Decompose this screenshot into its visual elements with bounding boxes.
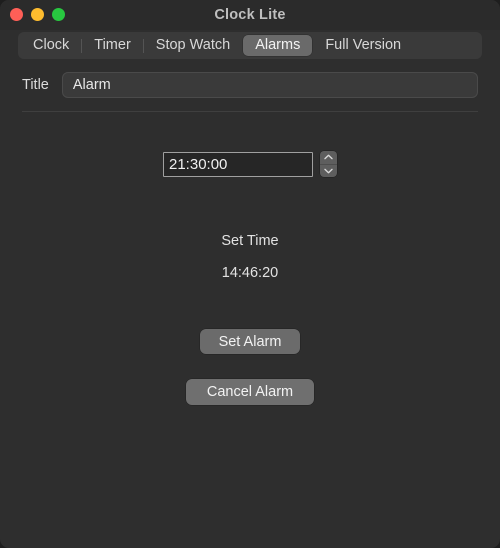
alarm-time-stepper[interactable]: [320, 151, 337, 177]
tab-clock[interactable]: Clock: [21, 35, 81, 56]
tab-alarms[interactable]: Alarms: [243, 35, 313, 56]
set-time-label: Set Time: [221, 233, 279, 249]
set-alarm-button[interactable]: Set Alarm: [200, 329, 300, 354]
title-field-label: Title: [22, 77, 49, 93]
section-divider: [22, 111, 478, 112]
set-time-block: Set Time 14:46:20: [0, 233, 500, 281]
tab-stop-watch[interactable]: Stop Watch: [144, 35, 242, 56]
close-window-button[interactable]: [10, 8, 23, 21]
tabbar-container: Clock Timer Stop Watch Alarms Full Versi…: [0, 32, 500, 59]
set-time-value: 14:46:20: [221, 265, 279, 281]
stepper-increment-button[interactable]: [320, 151, 337, 165]
action-buttons: Set Alarm Cancel Alarm: [0, 329, 500, 405]
alarm-title-input[interactable]: [61, 72, 478, 98]
title-field-row: Title: [0, 72, 500, 98]
cancel-alarm-button[interactable]: Cancel Alarm: [186, 379, 314, 405]
zoom-window-button[interactable]: [52, 8, 65, 21]
tabbar: Clock Timer Stop Watch Alarms Full Versi…: [18, 32, 482, 59]
chevron-down-icon: [324, 168, 333, 174]
minimize-window-button[interactable]: [31, 8, 44, 21]
alarm-time-row: [0, 151, 500, 177]
chevron-up-icon: [324, 154, 333, 160]
tab-full-version[interactable]: Full Version: [313, 35, 413, 56]
traffic-light-group: [10, 8, 65, 21]
stepper-decrement-button[interactable]: [320, 165, 337, 178]
window-title: Clock Lite: [214, 7, 286, 23]
alarm-time-input[interactable]: [163, 151, 313, 177]
tab-timer[interactable]: Timer: [82, 35, 143, 56]
clock-lite-window: Clock Lite Clock Timer Stop Watch Alarms…: [0, 0, 500, 548]
window-titlebar: Clock Lite: [0, 0, 500, 30]
